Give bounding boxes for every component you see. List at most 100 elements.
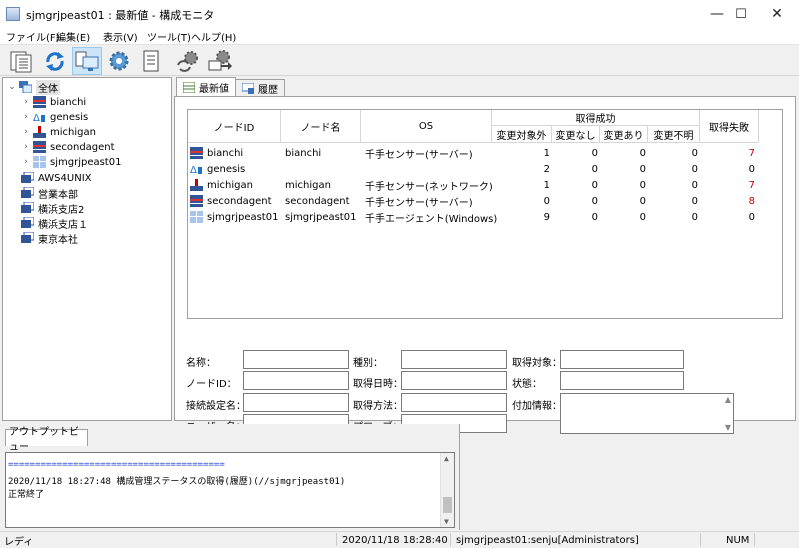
cell-changed: 0 bbox=[639, 195, 646, 207]
output-scrollbar[interactable]: ▲ ▼ bbox=[440, 453, 454, 527]
tab-output[interactable]: アウトプットビュー bbox=[5, 427, 88, 453]
status-user: sjmgrjpeast01:senju[Administrators] bbox=[456, 534, 639, 546]
chevron-right-icon[interactable]: › bbox=[21, 127, 31, 137]
cell-nochange: 0 bbox=[591, 195, 598, 207]
cell-nodeid: genesis bbox=[207, 163, 246, 175]
chevron-down-icon[interactable]: ⌄ bbox=[7, 82, 17, 92]
menu-help[interactable]: ヘルプ(H) bbox=[191, 29, 236, 44]
log-line: ======================================== bbox=[8, 460, 225, 470]
cell-os: 千手センサー(ネットワーク) bbox=[365, 181, 493, 193]
extra-info-textarea[interactable]: ▲ ▼ bbox=[560, 393, 734, 434]
status-num: NUM bbox=[726, 534, 750, 546]
tree-item-genesis[interactable]: › Δ genesis bbox=[21, 110, 88, 125]
cell-os: 千手エージェント(Windows) bbox=[365, 213, 498, 225]
tree-group-yokohama2[interactable]: 横浜支店2 bbox=[21, 201, 84, 216]
table-icon bbox=[183, 81, 195, 93]
scroll-thumb[interactable] bbox=[443, 497, 452, 513]
tab-history[interactable]: 履歴 bbox=[235, 79, 285, 96]
monitor-icon bbox=[75, 51, 99, 71]
cell-nodename: michigan bbox=[285, 179, 331, 191]
chevron-right-icon[interactable]: › bbox=[21, 112, 31, 122]
cell-failed: 0 bbox=[748, 211, 755, 223]
tree-item-secondagent[interactable]: › secondagent bbox=[21, 140, 115, 154]
col-header-changed[interactable]: 変更あり bbox=[600, 126, 648, 143]
svg-text:Δ: Δ bbox=[190, 165, 197, 175]
status-ready: レディ bbox=[4, 536, 34, 548]
main-pane: 最新値 履歴 ノードID ノード名 OS 取得成功 変更対象外 変更なし 変更あ… bbox=[174, 77, 796, 434]
state-label: 状態： bbox=[512, 379, 542, 390]
cell-failed: 0 bbox=[748, 163, 755, 175]
menu-view[interactable]: 表示(V) bbox=[103, 29, 138, 44]
monitor-button[interactable] bbox=[72, 47, 102, 75]
tree-item-michigan[interactable]: › michigan bbox=[21, 125, 96, 139]
tab-label: 最新値 bbox=[199, 83, 229, 95]
conn-field[interactable] bbox=[243, 393, 349, 412]
menu-file[interactable]: ファイル(F) bbox=[6, 29, 60, 44]
cell-nochange: 0 bbox=[591, 211, 598, 223]
chevron-right-icon[interactable]: › bbox=[21, 157, 31, 167]
status-divider bbox=[700, 533, 701, 546]
tree-group-sales[interactable]: 営業本部 bbox=[21, 186, 78, 201]
method-field[interactable] bbox=[401, 393, 507, 412]
scroll-up-icon[interactable]: ▲ bbox=[444, 454, 449, 463]
chevron-right-icon[interactable]: › bbox=[21, 142, 31, 152]
menu-tools[interactable]: ツール(T) bbox=[147, 29, 191, 44]
tree-label-group: 営業本部 bbox=[38, 189, 78, 201]
properties-button[interactable] bbox=[6, 47, 36, 75]
scroll-down-icon[interactable]: ▼ bbox=[444, 517, 449, 526]
node-tree[interactable]: ⌄ 全体 › bianchi › Δ genesis › michigan › … bbox=[2, 77, 172, 421]
cluster-icon: Δ bbox=[33, 111, 46, 124]
cell-nochange: 0 bbox=[591, 147, 598, 159]
output-log[interactable]: ========================================… bbox=[5, 452, 455, 528]
target-field[interactable] bbox=[560, 350, 684, 369]
scroll-down-icon[interactable]: ▼ bbox=[725, 423, 731, 432]
cell-changed: 0 bbox=[639, 147, 646, 159]
cell-unknown: 0 bbox=[691, 147, 698, 159]
close-button[interactable]: ✕ bbox=[754, 0, 799, 28]
refresh-button[interactable] bbox=[40, 47, 70, 75]
cell-os: 千手センサー(サーバー) bbox=[365, 197, 473, 209]
cell-nochange: 0 bbox=[591, 179, 598, 191]
cell-unknown: 0 bbox=[691, 163, 698, 175]
col-header-nochange[interactable]: 変更なし bbox=[552, 126, 600, 143]
nodeid-field[interactable] bbox=[243, 371, 349, 390]
cluster-icon: Δ bbox=[190, 161, 203, 177]
node-table[interactable]: ノードID ノード名 OS 取得成功 変更対象外 変更なし 変更あり 変更不明 … bbox=[187, 109, 783, 319]
col-header-nodeid[interactable]: ノードID bbox=[188, 110, 281, 143]
datetime-field[interactable] bbox=[401, 371, 507, 390]
name-field[interactable] bbox=[243, 350, 349, 369]
app-icon bbox=[6, 7, 20, 21]
cell-excluded: 0 bbox=[543, 195, 550, 207]
tree-label-secondagent: secondagent bbox=[50, 141, 115, 153]
tree-item-sjmgrjpeast01[interactable]: › sjmgrjpeast01 bbox=[21, 155, 121, 169]
col-header-failed[interactable]: 取得失敗 bbox=[700, 110, 759, 143]
tree-group-yokohama1[interactable]: 横浜支店１ bbox=[21, 216, 88, 231]
log-line: 2020/11/18 18:27:48 構成管理ステータスの取得(履歴)(//s… bbox=[8, 477, 346, 487]
agent-icon bbox=[33, 156, 46, 168]
network-icon bbox=[33, 126, 46, 138]
tree-item-root[interactable]: ⌄ 全体 bbox=[7, 79, 60, 95]
col-header-excluded[interactable]: 変更対象外 bbox=[492, 126, 552, 143]
chevron-right-icon[interactable]: › bbox=[21, 97, 31, 107]
tree-label-sjmgrjpeast01: sjmgrjpeast01 bbox=[50, 156, 122, 168]
group-icon bbox=[21, 186, 35, 199]
type-field[interactable] bbox=[401, 350, 507, 369]
tree-item-bianchi[interactable]: › bianchi bbox=[21, 95, 86, 109]
menu-edit[interactable]: 編集(E) bbox=[56, 29, 90, 44]
cell-os: 千手センサー(サーバー) bbox=[365, 149, 473, 161]
col-header-nodename[interactable]: ノード名 bbox=[281, 110, 361, 143]
tab-latest[interactable]: 最新値 bbox=[176, 77, 236, 96]
scroll-up-icon[interactable]: ▲ bbox=[725, 395, 731, 404]
settings-button[interactable] bbox=[104, 47, 134, 75]
menu-bar: ファイル(F) 編集(E) 表示(V) ツール(T) ヘルプ(H) bbox=[0, 28, 799, 44]
group-icon bbox=[21, 201, 35, 214]
col-header-os[interactable]: OS bbox=[361, 110, 492, 143]
col-header-unknown[interactable]: 変更不明 bbox=[648, 126, 700, 143]
report-button[interactable] bbox=[136, 47, 166, 75]
tree-group-tokyo[interactable]: 東京本社 bbox=[21, 231, 78, 246]
toolbar bbox=[0, 44, 799, 76]
state-field[interactable] bbox=[560, 371, 684, 390]
tree-group-aws4unix[interactable]: AWS4UNIX bbox=[21, 171, 92, 185]
export-button[interactable] bbox=[204, 47, 234, 75]
sync-settings-button[interactable] bbox=[172, 47, 202, 75]
